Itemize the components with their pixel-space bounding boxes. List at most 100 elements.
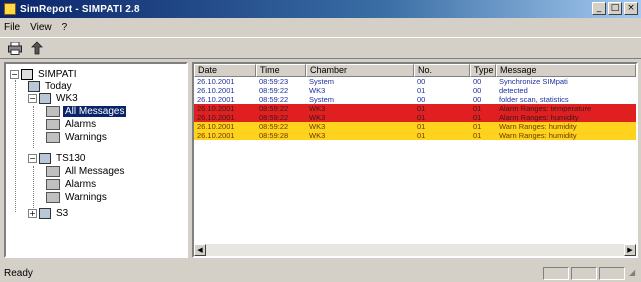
table-cell: 00 bbox=[417, 95, 426, 104]
expand-icon[interactable]: + bbox=[28, 208, 37, 218]
table-cell: 01 bbox=[417, 86, 426, 95]
scroll-right-icon[interactable]: ▶ bbox=[624, 244, 636, 256]
list-rows: 26.10.2001 08:59:23 System 00 00 Synchronize … bbox=[194, 77, 636, 140]
table-row[interactable]: 26.10.2001 08:59:22 WK3 01 01 Alarm Ranges: h… bbox=[194, 113, 636, 122]
tree-node-ts130-alarms[interactable]: Alarms bbox=[46, 178, 98, 190]
status-panel bbox=[599, 267, 625, 280]
tree-node-wk3-warnings[interactable]: Warnings bbox=[46, 131, 109, 143]
table-cell: 26.10.2001 bbox=[197, 86, 235, 95]
column-type[interactable]: Type bbox=[470, 64, 496, 77]
tree-line bbox=[33, 106, 34, 148]
collapse-icon[interactable]: − bbox=[10, 69, 19, 79]
table-cell: 26.10.2001 bbox=[197, 104, 235, 113]
column-message[interactable]: Message bbox=[496, 64, 636, 77]
chamber-icon bbox=[39, 92, 51, 104]
table-row[interactable]: 26.10.2001 08:59:22 WK3 01 01 Warn Ranges: hu… bbox=[194, 122, 636, 131]
table-cell: WK3 bbox=[309, 86, 326, 95]
maximize-button[interactable]: □ bbox=[608, 2, 622, 15]
minimize-button[interactable]: _ bbox=[592, 2, 606, 15]
table-cell: Warn Ranges: humidity bbox=[499, 131, 577, 140]
table-cell: 26.10.2001 bbox=[197, 95, 235, 104]
status-panel bbox=[571, 267, 597, 280]
collapse-icon[interactable]: − bbox=[28, 93, 37, 103]
upload-button[interactable] bbox=[28, 39, 46, 57]
table-cell: WK3 bbox=[309, 104, 326, 113]
table-cell: System bbox=[309, 77, 335, 86]
table-cell: 08:59:22 bbox=[259, 122, 289, 131]
print-button[interactable] bbox=[6, 39, 24, 57]
table-cell: WK3 bbox=[309, 131, 326, 140]
table-cell: 01 bbox=[473, 122, 482, 131]
table-cell: System bbox=[309, 95, 335, 104]
table-cell: 08:59:22 bbox=[259, 113, 289, 122]
tree-node-root[interactable]: − SIMPATI bbox=[10, 68, 79, 80]
tree-node-wk3[interactable]: − WK3 bbox=[28, 92, 80, 104]
tree-node-wk3-alarms[interactable]: Alarms bbox=[46, 118, 98, 130]
table-row[interactable]: 26.10.2001 08:59:22 WK3 01 01 Alarm Ranges: t… bbox=[194, 104, 636, 113]
tree-line bbox=[15, 80, 16, 212]
table-cell: 08:59:22 bbox=[259, 95, 289, 104]
tree-node-wk3-all-messages[interactable]: All Messages bbox=[46, 105, 127, 117]
column-date[interactable]: Date bbox=[194, 64, 256, 77]
table-cell: WK3 bbox=[309, 122, 326, 131]
table-row[interactable]: 26.10.2001 08:59:22 System 00 00 folder scan,… bbox=[194, 95, 636, 104]
warning-icon bbox=[46, 131, 60, 143]
close-button[interactable]: × bbox=[624, 2, 638, 15]
status-panel bbox=[543, 267, 569, 280]
computer-icon bbox=[21, 68, 33, 80]
tree-node-ts130-all-messages[interactable]: All Messages bbox=[46, 165, 126, 177]
table-cell: 26.10.2001 bbox=[197, 77, 235, 86]
table-row[interactable]: 26.10.2001 08:59:22 WK3 01 00 detected bbox=[194, 86, 636, 95]
upload-icon bbox=[31, 41, 43, 55]
alarm-icon bbox=[46, 118, 60, 130]
menu-help[interactable]: ? bbox=[62, 22, 68, 33]
message-list[interactable]: Date Time Chamber No. Type Message 26.10… bbox=[192, 62, 638, 258]
tree-node-ts130-warnings[interactable]: Warnings bbox=[46, 191, 109, 203]
printer-icon bbox=[8, 41, 22, 55]
scroll-track[interactable] bbox=[206, 244, 624, 256]
table-cell: 26.10.2001 bbox=[197, 131, 235, 140]
table-row[interactable]: 26.10.2001 08:59:28 WK3 01 01 Warn Ranges: hu… bbox=[194, 131, 636, 140]
window-controls: _ □ × bbox=[592, 2, 638, 15]
tree-view[interactable]: − SIMPATI Today − WK3 All Messages Alarm… bbox=[4, 62, 188, 258]
menu-bar: File View ? bbox=[0, 18, 641, 36]
table-cell: detected bbox=[499, 86, 528, 95]
resize-grip-icon[interactable]: ◢ bbox=[629, 268, 639, 278]
table-cell: folder scan, statistics bbox=[499, 95, 569, 104]
messages-icon bbox=[46, 105, 60, 117]
tree-node-ts130[interactable]: − TS130 bbox=[28, 152, 87, 164]
messages-icon bbox=[46, 165, 60, 177]
column-time[interactable]: Time bbox=[256, 64, 306, 77]
horizontal-scrollbar[interactable]: ◀ ▶ bbox=[194, 244, 636, 256]
chamber-icon bbox=[39, 152, 51, 164]
table-cell: 26.10.2001 bbox=[197, 122, 235, 131]
tree-node-today[interactable]: Today bbox=[28, 80, 74, 92]
table-row[interactable]: 26.10.2001 08:59:23 System 00 00 Synchronize … bbox=[194, 77, 636, 86]
table-cell: 08:59:23 bbox=[259, 77, 289, 86]
menu-view[interactable]: View bbox=[30, 22, 52, 33]
alarm-icon bbox=[46, 178, 60, 190]
table-cell: Warn Ranges: humidity bbox=[499, 122, 577, 131]
title-bar: SimReport - SIMPATI 2.8 _ □ × bbox=[0, 0, 641, 18]
calendar-icon bbox=[28, 80, 40, 92]
toolbar bbox=[0, 37, 641, 59]
table-cell: 08:59:22 bbox=[259, 86, 289, 95]
status-panels bbox=[543, 267, 625, 280]
table-cell: 01 bbox=[417, 113, 426, 122]
chamber-icon bbox=[39, 207, 51, 219]
table-cell: 00 bbox=[473, 95, 482, 104]
list-header: Date Time Chamber No. Type Message bbox=[194, 64, 636, 77]
column-no[interactable]: No. bbox=[414, 64, 470, 77]
scroll-left-icon[interactable]: ◀ bbox=[194, 244, 206, 256]
status-bar: Ready ◢ bbox=[0, 264, 641, 282]
menu-file[interactable]: File bbox=[4, 22, 20, 33]
app-icon bbox=[4, 3, 16, 15]
column-chamber[interactable]: Chamber bbox=[306, 64, 414, 77]
table-cell: 01 bbox=[473, 131, 482, 140]
table-cell: 26.10.2001 bbox=[197, 113, 235, 122]
collapse-icon[interactable]: − bbox=[28, 153, 37, 163]
tree-node-s3[interactable]: + S3 bbox=[28, 207, 70, 219]
table-cell: 01 bbox=[473, 113, 482, 122]
warning-icon bbox=[46, 191, 60, 203]
table-cell: Alarm Ranges: humidity bbox=[499, 113, 579, 122]
